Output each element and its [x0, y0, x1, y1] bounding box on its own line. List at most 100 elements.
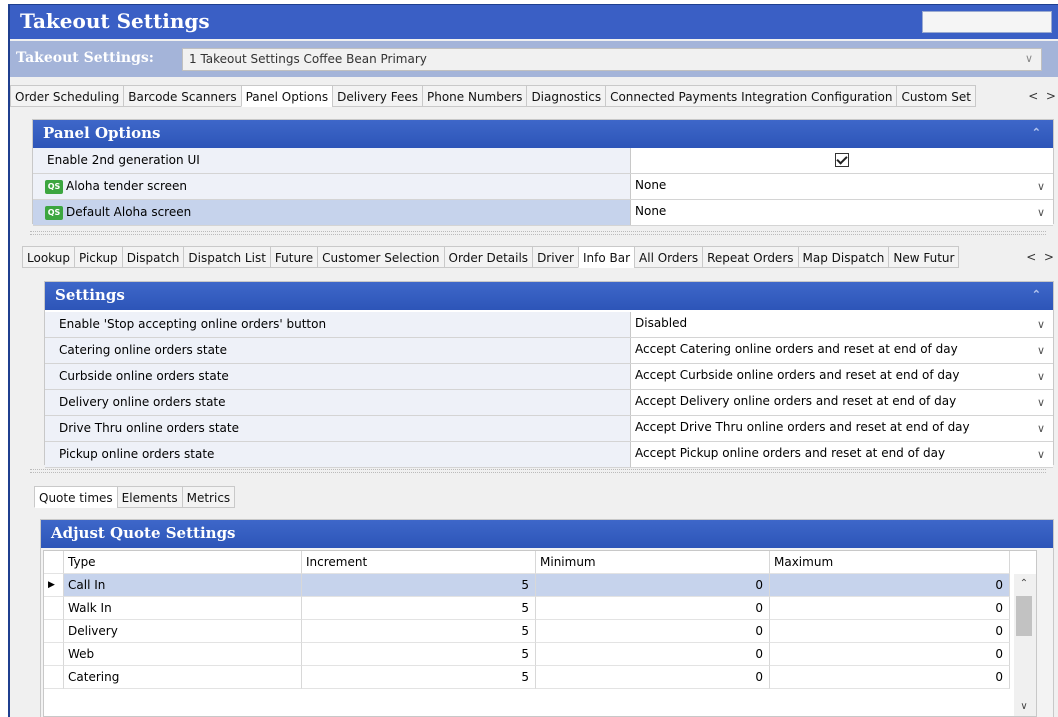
row-selector — [44, 620, 64, 643]
adjust-quote-group: Adjust Quote Settings Type Increment Min… — [40, 519, 1054, 717]
row-label: Delivery online orders state — [45, 390, 631, 415]
qs-icon: QS — [45, 205, 63, 220]
tab-scroll-arrows[interactable]: < > — [1022, 246, 1058, 268]
row-value: Accept Catering online orders and reset … — [635, 342, 958, 356]
double-chevron-up-icon[interactable]: ⌃ — [1032, 126, 1041, 139]
delivery-state-dropdown[interactable]: Accept Delivery online orders and reset … — [631, 390, 1053, 415]
scroll-down-icon[interactable]: ∨ — [1014, 701, 1034, 712]
panel-options-group: Panel Options ⌃ Enable 2nd generation UI… — [32, 119, 1054, 226]
panel-options-header: Panel Options ⌃ — [33, 120, 1053, 148]
increment-cell[interactable]: 5 — [302, 643, 536, 666]
tab-scroll-arrows[interactable]: < > — [1024, 85, 1058, 107]
tab-lookup[interactable]: Lookup — [22, 246, 75, 268]
chevron-down-icon: ∨ — [1024, 52, 1033, 65]
tab-phone-numbers[interactable]: Phone Numbers — [421, 85, 528, 107]
row-default-aloha-screen: QS Default Aloha screen None ∨ — [33, 200, 1053, 226]
settings-selector-bar: Takeout Settings: 1 Takeout Settings Cof… — [10, 41, 1058, 77]
tab-repeat-orders[interactable]: Repeat Orders — [702, 246, 799, 268]
row-pointer-icon: ▶ — [44, 574, 64, 597]
tab-custom-set[interactable]: Custom Set — [896, 85, 976, 107]
window-title-bar: Takeout Settings — [10, 5, 1058, 39]
increment-cell[interactable]: 5 — [302, 597, 536, 620]
separator — [30, 469, 1046, 473]
minimum-cell[interactable]: 0 — [536, 620, 770, 643]
top-tab-strip: Order Scheduling Barcode Scanners Panel Op… — [10, 85, 1058, 109]
chevron-down-icon: ∨ — [1036, 370, 1045, 383]
catering-state-dropdown[interactable]: Accept Catering online orders and reset … — [631, 338, 1053, 363]
chevron-down-icon: ∨ — [1036, 422, 1045, 435]
stop-accepting-dropdown[interactable]: Disabled ∨ — [631, 312, 1053, 337]
tab-pickup[interactable]: Pickup — [73, 246, 123, 268]
row-label: Aloha tender screen — [66, 179, 187, 193]
settings-row: Curbside online orders state Accept Curb… — [45, 364, 1053, 390]
aloha-tender-screen-dropdown[interactable]: None ∨ — [631, 174, 1053, 199]
scrollbar-thumb[interactable] — [1016, 596, 1032, 636]
tab-metrics[interactable]: Metrics — [181, 486, 236, 508]
tab-order-scheduling[interactable]: Order Scheduling — [10, 85, 125, 107]
row-selector — [44, 597, 64, 620]
tab-map-dispatch[interactable]: Map Dispatch — [797, 246, 890, 268]
maximum-cell[interactable]: 0 — [770, 620, 1010, 643]
enable-2nd-gen-ui-checkbox[interactable] — [835, 153, 849, 167]
adjust-quote-header: Adjust Quote Settings — [41, 520, 1053, 548]
column-header-maximum[interactable]: Maximum — [770, 551, 1010, 574]
minimum-cell[interactable]: 0 — [536, 666, 770, 689]
tab-diagnostics[interactable]: Diagnostics — [526, 85, 607, 107]
quote-times-grid: Type Increment Minimum Maximum ▶ Call In… — [43, 550, 1037, 717]
type-cell: Web — [64, 643, 302, 666]
type-cell: Delivery — [64, 620, 302, 643]
drive-thru-state-dropdown[interactable]: Accept Drive Thru online orders and rese… — [631, 416, 1053, 441]
maximum-cell[interactable]: 0 — [770, 666, 1010, 689]
tab-info-bar[interactable]: Info Bar — [578, 246, 636, 268]
default-aloha-screen-dropdown[interactable]: None ∨ — [631, 200, 1053, 225]
increment-cell[interactable]: 5 — [302, 574, 536, 597]
selector-value: 1 Takeout Settings Coffee Bean Primary — [189, 52, 427, 66]
tab-elements[interactable]: Elements — [116, 486, 183, 508]
chevron-down-icon: ∨ — [1036, 396, 1045, 409]
title-search-box[interactable] — [922, 11, 1052, 33]
selector-label: Takeout Settings: — [16, 50, 154, 66]
double-chevron-up-icon[interactable]: ⌃ — [1032, 288, 1041, 301]
settings-selector-dropdown[interactable]: 1 Takeout Settings Coffee Bean Primary ∨ — [182, 48, 1042, 71]
grid-vertical-scrollbar[interactable]: ⌃ ∨ — [1014, 574, 1036, 716]
increment-cell[interactable]: 5 — [302, 666, 536, 689]
tab-quote-times[interactable]: Quote times — [34, 486, 118, 508]
tab-driver[interactable]: Driver — [532, 246, 579, 268]
minimum-cell[interactable]: 0 — [536, 643, 770, 666]
maximum-cell[interactable]: 0 — [770, 597, 1010, 620]
row-value: Accept Curbside online orders and reset … — [635, 368, 960, 382]
tab-barcode-scanners[interactable]: Barcode Scanners — [123, 85, 242, 107]
row-value: Disabled — [635, 316, 688, 330]
tab-all-orders[interactable]: All Orders — [634, 246, 704, 268]
maximum-cell[interactable]: 0 — [770, 643, 1010, 666]
scroll-up-icon[interactable]: ⌃ — [1014, 578, 1034, 589]
settings-row: Pickup online orders state Accept Pickup… — [45, 442, 1053, 468]
chevron-down-icon: ∨ — [1036, 448, 1045, 461]
row-value: Accept Pickup online orders and reset at… — [635, 446, 946, 460]
tab-panel-options[interactable]: Panel Options — [240, 85, 334, 107]
minimum-cell[interactable]: 0 — [536, 574, 770, 597]
tab-dispatch-list[interactable]: Dispatch List — [183, 246, 271, 268]
tab-delivery-fees[interactable]: Delivery Fees — [332, 85, 423, 107]
settings-title: Settings — [55, 286, 125, 304]
row-label-cell: QS Aloha tender screen — [33, 174, 631, 199]
panel-options-title: Panel Options — [43, 124, 161, 142]
row-label: Enable 'Stop accepting online orders' bu… — [45, 312, 631, 337]
row-aloha-tender-screen: QS Aloha tender screen None ∨ — [33, 174, 1053, 200]
tab-new-future[interactable]: New Futur — [888, 246, 960, 268]
tab-connected-payments[interactable]: Connected Payments Integration Configura… — [605, 85, 898, 107]
tab-future[interactable]: Future — [269, 246, 319, 268]
tab-dispatch[interactable]: Dispatch — [121, 246, 185, 268]
increment-cell[interactable]: 5 — [302, 620, 536, 643]
maximum-cell[interactable]: 0 — [770, 574, 1010, 597]
column-header-minimum[interactable]: Minimum — [536, 551, 770, 574]
minimum-cell[interactable]: 0 — [536, 597, 770, 620]
column-header-increment[interactable]: Increment — [302, 551, 536, 574]
column-header-type[interactable]: Type — [64, 551, 302, 574]
separator — [30, 231, 1046, 235]
curbside-state-dropdown[interactable]: Accept Curbside online orders and reset … — [631, 364, 1053, 389]
pickup-state-dropdown[interactable]: Accept Pickup online orders and reset at… — [631, 442, 1053, 467]
tab-order-details[interactable]: Order Details — [443, 246, 534, 268]
settings-group: Settings ⌃ Enable 'Stop accepting online… — [44, 281, 1054, 468]
tab-customer-selection[interactable]: Customer Selection — [317, 246, 445, 268]
